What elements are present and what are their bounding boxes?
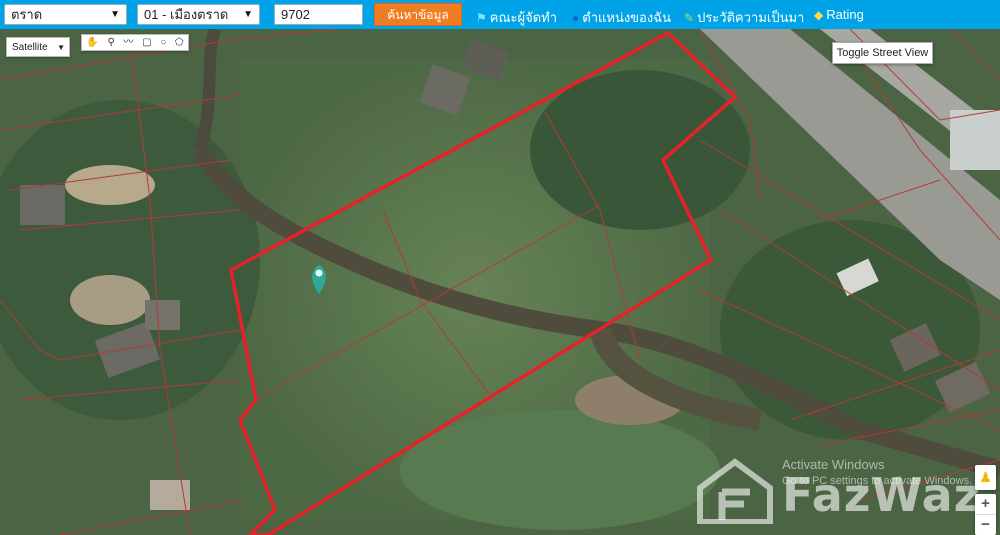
- pegman-icon[interactable]: ♟: [975, 465, 996, 490]
- building-roof: [950, 110, 1000, 170]
- clearing: [70, 275, 150, 325]
- province-select[interactable]: ตราด ▼: [4, 4, 127, 25]
- drawing-toolbar: ✋ ⚲ 〰 ▢ ○ ⬠: [81, 34, 189, 51]
- search-button[interactable]: ค้นหาข้อมูล: [374, 3, 462, 26]
- chevron-down-icon: ▼: [57, 43, 65, 52]
- top-toolbar: ตราด ▼ 01 - เมืองตราด ▼ 9702 ค้นหาข้อมูล…: [0, 0, 1000, 29]
- satellite-map[interactable]: Satellite ▼ ✋ ⚲ 〰 ▢ ○ ⬠ Toggle Street Vi…: [0, 29, 1000, 535]
- chevron-down-icon: ▼: [243, 9, 253, 20]
- circle-icon[interactable]: ○: [160, 35, 166, 50]
- brand-text: FazWaz: [782, 468, 982, 522]
- rectangle-icon[interactable]: ▢: [142, 35, 151, 50]
- nav-link-rating[interactable]: ◆ Rating: [814, 7, 864, 22]
- zoom-in-button[interactable]: +: [975, 494, 996, 514]
- history-icon: ✎: [684, 11, 695, 25]
- nav-link-rating-label: Rating: [826, 7, 864, 22]
- hand-icon[interactable]: ✋: [86, 35, 98, 50]
- polygon-icon[interactable]: ⬠: [175, 35, 184, 50]
- toggle-street-view-button[interactable]: Toggle Street View: [832, 42, 933, 64]
- zoom-out-button[interactable]: −: [975, 515, 996, 535]
- location-person-icon: ●: [572, 11, 580, 25]
- zoom-control: + −: [975, 494, 996, 535]
- polyline-icon[interactable]: 〰: [123, 35, 133, 50]
- rating-icon: ◆: [814, 8, 824, 22]
- building: [145, 300, 180, 330]
- team-icon: ⚑: [476, 11, 487, 25]
- house-logo-icon: [697, 458, 773, 524]
- building: [20, 185, 65, 225]
- clearing: [65, 165, 155, 205]
- map-type-select[interactable]: Satellite ▼: [6, 37, 70, 57]
- nav-link-team[interactable]: ⚑ คณะผู้จัดทำ: [476, 7, 557, 28]
- nav-link-team-label: คณะผู้จัดทำ: [489, 10, 558, 25]
- district-select-value: 01 - เมืองตราด: [144, 7, 229, 22]
- nav-link-my-location[interactable]: ● ตำแหน่งของฉัน: [572, 7, 671, 28]
- nav-link-my-location-label: ตำแหน่งของฉัน: [582, 10, 671, 25]
- map-type-value: Satellite: [12, 42, 48, 53]
- nav-link-history-label: ประวัติความเป็นมา: [697, 10, 805, 25]
- marker-icon[interactable]: ⚲: [107, 35, 114, 50]
- district-select[interactable]: 01 - เมืองตราด ▼: [137, 4, 260, 25]
- brand-watermark: FazWaz: [696, 458, 980, 524]
- parcel-number-input[interactable]: 9702: [274, 4, 363, 25]
- meadow-south: [400, 410, 720, 530]
- province-select-value: ตราด: [11, 7, 43, 22]
- chevron-down-icon: ▼: [110, 9, 120, 20]
- nav-link-history[interactable]: ✎ ประวัติความเป็นมา: [684, 7, 804, 28]
